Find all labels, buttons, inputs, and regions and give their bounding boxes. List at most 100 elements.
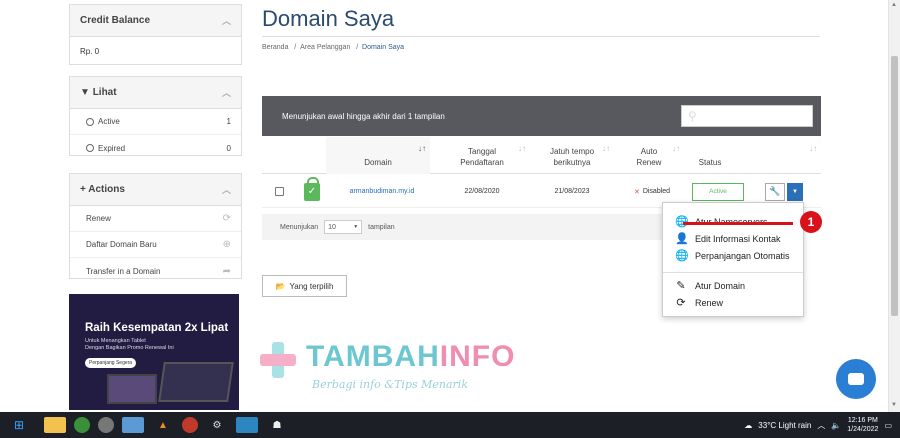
table-search-input[interactable]: ⚲: [681, 105, 813, 127]
scroll-thumb[interactable]: [891, 56, 898, 316]
chrome-icon[interactable]: [74, 417, 90, 433]
view-item-expired[interactable]: Expired 0: [70, 135, 241, 161]
per-page-suffix: tampilan: [368, 223, 395, 231]
view-title: Lihat: [92, 87, 117, 98]
scroll-up-icon: ▲: [891, 2, 897, 8]
selected-actions-button[interactable]: 📂 Yang terpilih: [262, 275, 347, 297]
notification-icon: ▭: [884, 420, 892, 430]
menu-item-manage-domain[interactable]: ✎ Atur Domain: [675, 279, 745, 292]
scroll-down-icon: ▼: [891, 402, 897, 408]
credit-balance-panel: Credit Balance ︿ Rp. 0: [69, 4, 242, 65]
column-domain[interactable]: Domain ↓↑: [326, 137, 430, 174]
breadcrumb-client-area[interactable]: Area Pelanggan: [300, 44, 350, 51]
table-toolbar: Menunjukan awal hingga akhir dari 1 tamp…: [262, 96, 821, 136]
breadcrumb: Beranda / Area Pelanggan / Domain Saya: [262, 44, 405, 51]
weather-text[interactable]: 33°C Light rain: [758, 421, 811, 430]
filter-icon: ▼: [80, 87, 90, 98]
speaker-icon: 🔈: [831, 420, 842, 430]
pencil-icon: ✎: [676, 280, 686, 292]
column-status[interactable]: Status: [684, 137, 736, 174]
settings-icon[interactable]: ⚙: [206, 417, 228, 433]
wrench-icon: 🔧: [765, 182, 785, 201]
app-icon[interactable]: [122, 417, 144, 433]
browser-icon[interactable]: [182, 417, 198, 433]
chat-button[interactable]: [836, 359, 876, 399]
refresh-icon: ⟳: [676, 297, 686, 309]
photos-icon[interactable]: [236, 417, 258, 433]
close-icon: ✕: [633, 188, 640, 196]
domain-link[interactable]: armanbudiman.my.id: [334, 175, 430, 208]
chat-icon: [848, 373, 864, 385]
table-summary: Menunjukan awal hingga akhir dari 1 tamp…: [282, 111, 445, 121]
chrome-profile-icon[interactable]: [98, 417, 114, 433]
annotation-line: [683, 222, 793, 225]
domain-actions-menu: 🌐Atur Nameservers 👤Edit Informasi Kontak…: [662, 202, 805, 317]
breadcrumb-current: Domain Saya: [362, 44, 405, 51]
caret-down-icon: ▼: [787, 182, 803, 201]
page-title: Domain Saya: [262, 6, 395, 31]
refresh-icon: ⟳: [222, 213, 231, 224]
plus-logo-icon: [258, 340, 298, 380]
credit-balance-value: Rp. 0: [80, 47, 100, 56]
plus-icon: +: [80, 184, 86, 195]
action-register-domain[interactable]: Daftar Domain Baru ⊕: [70, 232, 241, 258]
view-item-label: Expired: [98, 143, 126, 153]
windows-start-icon[interactable]: ⊞: [8, 417, 30, 433]
promo-banner[interactable]: Raih Kesempatan 2x Lipat Untuk Menangkan…: [69, 294, 239, 410]
folder-icon: 📂: [275, 281, 286, 291]
globe-icon: 🌐: [675, 250, 689, 262]
view-panel: ▼ Lihat ︿ Active 1 Expired 0: [69, 76, 242, 156]
action-renew[interactable]: Renew ⟳: [70, 206, 241, 232]
chevron-up-icon: ︿: [221, 88, 231, 98]
action-transfer-domain[interactable]: Transfer in a Domain ➦: [70, 258, 241, 284]
divider: [262, 36, 820, 37]
view-header[interactable]: ▼ Lihat ︿: [70, 77, 241, 109]
menu-item-renew[interactable]: ⟳ Renew: [675, 296, 723, 309]
laptop-image: [158, 362, 234, 402]
registered-date: 22/08/2020: [464, 188, 500, 195]
lock-icon: ✓: [302, 175, 322, 208]
share-icon: ➦: [222, 265, 231, 277]
menu-divider: [663, 272, 805, 273]
clock[interactable]: 12:16 PM 1/24/2022: [847, 416, 878, 434]
credit-balance-header[interactable]: Credit Balance ︿: [70, 5, 241, 37]
annotation-number: 1: [800, 211, 822, 233]
system-tray: ☁ 33°C Light rain ︿ 🔈 12:16 PM 1/24/2022 …: [744, 412, 892, 438]
watermark-logo: TAMBAHINFO Berbagi info &Tips Menarik: [258, 340, 514, 400]
actions-header[interactable]: + Actions ︿: [70, 174, 241, 206]
column-due[interactable]: Jatuh tempo berikutnya ↓↑: [530, 137, 614, 174]
promo-title: Raih Kesempatan 2x Lipat: [85, 322, 229, 334]
actions-panel: + Actions ︿ Renew ⟳ Daftar Domain Baru ⊕ Tr…: [69, 173, 242, 279]
sort-icon: ↓↑: [809, 144, 817, 153]
radio-icon: [86, 144, 94, 153]
app-mask-icon[interactable]: ☗: [266, 417, 288, 433]
column-auto-renew[interactable]: Auto Renew ↓↑: [614, 137, 684, 174]
menu-item-auto-renew[interactable]: 🌐 Perpanjangan Otomatis: [675, 249, 790, 262]
column-registered[interactable]: Tanggal Pendaftaran ↓↑: [434, 137, 530, 174]
taskbar: ⊞ ▲ ⚙ ☗ ☁ 33°C Light rain ︿ 🔈 12:16 PM 1/…: [0, 412, 900, 438]
page: Credit Balance ︿ Rp. 0 ▼ Lihat ︿ Active 1 E…: [0, 0, 900, 438]
credit-balance-title: Credit Balance: [80, 15, 151, 26]
per-page-label: Menunjukan: [280, 223, 319, 231]
sort-icon: ↓↑: [418, 144, 426, 153]
scrollbar[interactable]: ▲ ▼: [888, 0, 900, 412]
view-item-count: 0: [226, 143, 231, 153]
per-page-select[interactable]: 10 ▼: [324, 220, 363, 234]
column-actions: ↓↑: [742, 137, 821, 174]
sort-icon: ↓↑: [602, 144, 610, 153]
tray-up-icon: ︿: [817, 420, 826, 430]
table-footer: Menunjukan 10 ▼ tampilan: [262, 214, 662, 240]
menu-item-contact-info[interactable]: 👤 Edit Informasi Kontak: [675, 232, 781, 245]
user-icon: 👤: [675, 233, 689, 245]
promo-button[interactable]: Perpanjang Segera: [85, 358, 137, 368]
action-label: Renew: [86, 214, 111, 223]
due-date: 21/08/2023: [554, 188, 590, 195]
promo-text: Untuk Menangkan Tablet Dengan Bagikan Pro…: [85, 338, 174, 351]
weather-icon: ☁: [744, 420, 753, 430]
breadcrumb-home[interactable]: Beranda: [262, 44, 288, 51]
sort-icon: ↓↑: [518, 144, 526, 153]
row-checkbox[interactable]: [272, 175, 286, 208]
view-item-active[interactable]: Active 1: [70, 109, 241, 135]
file-explorer-icon[interactable]: [44, 417, 66, 433]
vlc-icon[interactable]: ▲: [152, 417, 174, 433]
